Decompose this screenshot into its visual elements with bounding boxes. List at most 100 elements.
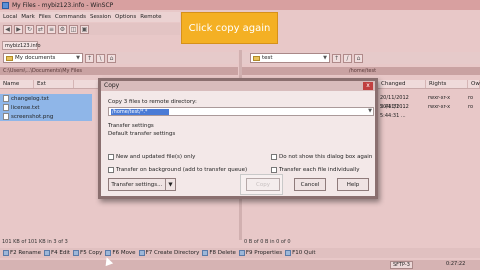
session-tab[interactable]: mybiz123.info: [2, 41, 41, 50]
target-directory-label: Copy 3 files to remote directory:: [108, 99, 197, 105]
queue-icon[interactable]: ≡: [47, 24, 56, 34]
file-row[interactable]: license.txt: [0, 103, 92, 112]
chevron-down-icon: ▼: [76, 55, 80, 61]
left-file-list: changelog.txt license.txt screenshot.png: [0, 94, 92, 121]
transfer-individually-checkbox[interactable]: Transfer each file individually: [271, 167, 359, 173]
sync-icon[interactable]: ⇄: [36, 24, 45, 34]
dialog-title: Copy: [101, 81, 375, 91]
edit-icon: [43, 250, 50, 256]
list-item[interactable]: 20/11/2012 5:44:31 ... rwxr-xr-x ro: [378, 94, 480, 110]
changed-value: 20/11/2012 5:44:31 ...: [380, 104, 409, 119]
file-icon: [3, 104, 9, 111]
col-ext[interactable]: Ext: [34, 80, 74, 88]
checkbox-box: [271, 167, 277, 173]
settings-icon[interactable]: ⚙: [58, 24, 67, 34]
owner-value: ro: [468, 104, 474, 110]
left-location-select[interactable]: My documents ▼: [3, 53, 83, 63]
root-dir-icon[interactable]: /: [343, 53, 352, 63]
home-icon[interactable]: ⌂: [354, 53, 363, 63]
cancel-button[interactable]: Cancel: [294, 178, 326, 191]
menu-commands[interactable]: Commands: [55, 14, 86, 20]
target-directory-input[interactable]: /home/test/*.* ▼: [108, 107, 374, 116]
parent-dir-icon[interactable]: ↑: [332, 53, 341, 63]
col-rights[interactable]: Rights: [426, 80, 468, 88]
close-icon[interactable]: x: [363, 82, 373, 90]
home-icon[interactable]: ⌂: [107, 53, 116, 63]
file-row[interactable]: screenshot.png: [0, 112, 92, 121]
title-bar: My Files - mybiz123.info - WinSCP: [0, 0, 480, 10]
f4-edit-button[interactable]: F4 Edit: [43, 250, 71, 256]
right-location-select[interactable]: test ▼: [250, 53, 330, 63]
changed-value: 20/11/2012 5:44:31 ...: [380, 95, 409, 110]
f10-quit-button[interactable]: F10 Quit: [285, 250, 316, 256]
file-name: changelog.txt: [11, 95, 49, 102]
list-item[interactable]: 20/11/2012 5:44:31 ... rwxr-xr-x ro: [378, 103, 480, 119]
file-icon: [3, 113, 9, 120]
root-dir-icon[interactable]: \: [96, 53, 105, 63]
folder-icon: [6, 55, 13, 61]
fkey-label: F6 Move: [112, 250, 136, 256]
checkbox-box: [108, 167, 114, 173]
back-icon[interactable]: ◀: [3, 24, 12, 34]
f7-create-directory-button[interactable]: F7 Create Directory: [138, 250, 199, 256]
fkey-label: F4 Edit: [50, 250, 71, 256]
fkey-label: F2 Rename: [10, 250, 41, 256]
fkey-label: F8 Delete: [209, 250, 236, 256]
menu-bar: Local Mark Files Commands Session Option…: [0, 12, 180, 22]
f2-rename-button[interactable]: F2 Rename: [3, 250, 41, 256]
status-bar: SFTP-3 0:27:22: [0, 260, 480, 270]
menu-remote[interactable]: Remote: [140, 14, 161, 20]
col-changed[interactable]: Changed: [378, 80, 426, 88]
checkbox-box: [271, 154, 277, 160]
menu-local[interactable]: Local: [3, 14, 17, 20]
col-owner[interactable]: Ow: [468, 80, 480, 88]
button-label: Transfer settings...: [111, 181, 163, 188]
target-directory-value: /home/test/*.*: [111, 109, 169, 115]
terminal-icon[interactable]: ▣: [80, 24, 89, 34]
quit-icon: [285, 250, 292, 256]
f5-copy-button[interactable]: F5 Copy: [73, 250, 102, 256]
right-path-bar: /home/test: [242, 67, 480, 75]
help-button[interactable]: Help: [337, 178, 369, 191]
f8-delete-button[interactable]: F8 Delete: [202, 250, 236, 256]
menu-session[interactable]: Session: [90, 14, 111, 20]
transfer-settings-heading: Transfer settings: [108, 123, 154, 129]
chevron-down-icon: ▼: [323, 55, 327, 61]
forward-icon[interactable]: ▶: [14, 24, 23, 34]
dont-show-again-checkbox[interactable]: Do not show this dialog box again: [271, 154, 372, 160]
left-pane-toolbar: My documents ▼ ↑ \ ⌂: [0, 52, 238, 64]
window-title: My Files - mybiz123.info - WinSCP: [12, 1, 114, 9]
app-icon: [2, 1, 9, 9]
transfer-settings-button[interactable]: Transfer settings... ▼: [108, 178, 176, 191]
chevron-down-icon[interactable]: ▼: [165, 179, 173, 190]
col-name[interactable]: Name: [0, 80, 34, 88]
menu-options[interactable]: Options: [115, 14, 136, 20]
fkey-label: F5 Copy: [80, 250, 103, 256]
right-pane-toolbar: test ▼ ↑ / ⌂: [242, 52, 480, 64]
transfer-settings-summary: Default transfer settings: [108, 131, 176, 137]
f9-properties-button[interactable]: F9 Properties: [238, 250, 283, 256]
copy-dialog: Copy x Copy 3 files to remote directory:…: [98, 78, 378, 199]
rename-icon: [3, 250, 9, 256]
parent-dir-icon[interactable]: ↑: [85, 53, 94, 63]
file-name: license.txt: [11, 104, 40, 111]
refresh-icon[interactable]: ↻: [25, 24, 34, 34]
menu-files[interactable]: Files: [39, 14, 51, 20]
checkbox-label: Transfer each file individually: [279, 167, 360, 173]
owner-value: ro: [468, 95, 474, 101]
file-name: screenshot.png: [11, 113, 54, 120]
chevron-down-icon[interactable]: ▼: [368, 108, 372, 114]
compare-icon[interactable]: ◫: [69, 24, 78, 34]
copy-icon: [73, 250, 80, 256]
new-folder-icon: [138, 250, 145, 256]
left-status-text: 101 KB of 101 KB in 3 of 3: [2, 239, 68, 245]
fkey-label: F9 Properties: [245, 250, 283, 256]
rights-value: rwxr-xr-x: [428, 95, 451, 101]
fkey-label: F10 Quit: [292, 250, 316, 256]
background-transfer-checkbox[interactable]: Transfer on background (add to transfer …: [108, 167, 247, 173]
file-row[interactable]: changelog.txt: [0, 94, 92, 103]
right-file-list: 20/11/2012 5:44:31 ... rwxr-xr-x ro 20/1…: [378, 94, 480, 119]
new-updated-only-checkbox[interactable]: New and updated file(s) only: [108, 154, 195, 160]
file-icon: [3, 95, 9, 102]
menu-mark[interactable]: Mark: [21, 14, 35, 20]
